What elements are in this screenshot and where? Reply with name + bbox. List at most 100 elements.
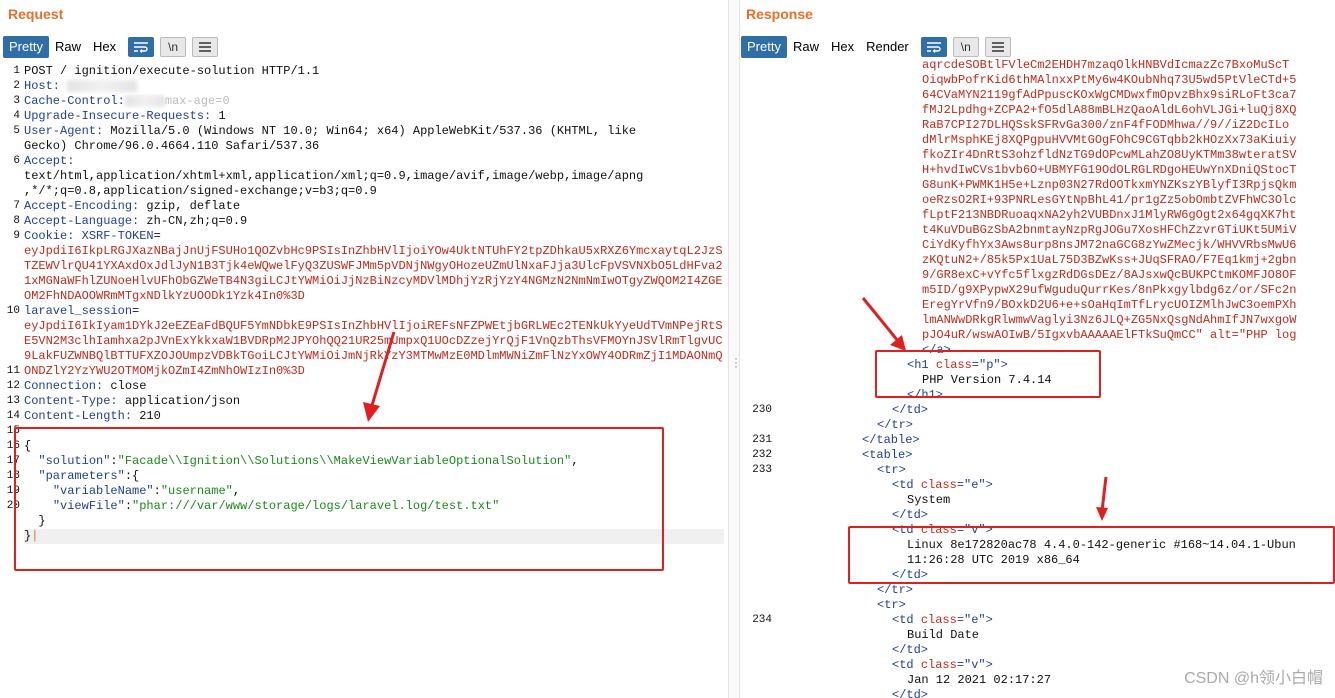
base64-line: fkoZIr4DnRtS3ohzfldNzTG9dOPcwMLahZO8UyKT…: [922, 148, 1297, 162]
html-tag: </td>: [892, 508, 929, 522]
request-line: Accept-Encoding: gzip, deflate: [24, 199, 724, 214]
html-tag: <td class="e">: [892, 613, 993, 627]
request-line: Accept-Language: zh-CN,zh;q=0.9: [24, 214, 724, 229]
base64-line: aqrcdeSOBtlFVleCm2EHDH7mzaqOlkHNBVdIcmaz…: [922, 58, 1290, 72]
response-tab-hex[interactable]: Hex: [825, 36, 860, 58]
request-newline-button[interactable]: \n: [160, 37, 187, 57]
header-name: Cookie:: [24, 229, 75, 243]
xsrf-token-value: eyJpdiI6IkpLRGJXazNBajJnUjFSUHo1QOZvbHc9…: [24, 244, 723, 303]
request-line: text/html,application/xhtml+xml,applicat…: [24, 169, 644, 183]
header-name: User-Agent:: [24, 124, 104, 138]
cookie-eq: =: [153, 229, 161, 243]
redacted-value: [124, 94, 165, 107]
header-name: Accept-Language:: [24, 214, 140, 228]
line-number: [0, 169, 20, 184]
request-tab-hex[interactable]: Hex: [87, 36, 122, 58]
base64-line: CiYdKyfhYx3Aws8urp8nsJM72naGCG8zYwZMecjk…: [922, 238, 1297, 252]
line-number: [0, 259, 20, 274]
base64-line: t4KuVDuBGzSbA2bnmtayNzpRgJOGu7XosHFChZzv…: [922, 223, 1297, 237]
arrow-icon: [861, 297, 906, 351]
line-number: 11: [6, 365, 20, 377]
request-title: Request: [8, 6, 64, 22]
request-line: ,*/*;q=0.8,application/signed-exchange;v…: [24, 184, 377, 198]
html-tag: </tr>: [877, 583, 914, 597]
watermark: CSDN @h领小白帽: [1184, 670, 1323, 687]
header-value: 210: [132, 409, 161, 423]
base64-line: fLptF213NBDRuoaqxNA2yh2VUBDnxJ1MlyRW6gOg…: [922, 208, 1297, 222]
line-number: [0, 244, 20, 259]
line-number: [0, 289, 20, 304]
base64-line: zKQtuN2+/85k5Px1UaL75D3BZwKss+JUqSFRAO/F…: [922, 253, 1297, 267]
header-name: Content-Type:: [24, 394, 118, 408]
response-tab-pretty[interactable]: Pretty: [741, 36, 787, 58]
line-number: 3: [13, 95, 20, 107]
drag-handle-icon: · · ·: [734, 351, 738, 373]
header-name: Connection:: [24, 379, 104, 393]
newline-icon: \n: [960, 40, 971, 54]
pane-divider[interactable]: · · ·: [728, 0, 740, 698]
response-menu-button[interactable]: [984, 37, 1011, 57]
html-tag: </table>: [862, 433, 920, 447]
cookie-eq: =: [132, 304, 140, 318]
line-number: [0, 274, 20, 289]
request-toolbar: Pretty Raw Hex \n: [3, 36, 219, 58]
base64-line: G8unK+PWMK1H5e+Lznp03N27RdOOTkxmYNZKszYB…: [922, 178, 1297, 192]
response-tab-raw[interactable]: Raw: [787, 36, 825, 58]
html-tag: </td>: [892, 643, 929, 657]
base64-line: OiqwbPofrKid6thMAlnxxPtMy6w4KOubNhq73U5w…: [922, 73, 1297, 87]
arrow-icon: [363, 331, 396, 422]
header-value: zh-CN,zh;q=0.9: [139, 214, 248, 228]
html-tag: <td class="e">: [892, 478, 993, 492]
request-tab-pretty[interactable]: Pretty: [3, 36, 49, 58]
line-number: [0, 349, 20, 364]
header-value: application/json: [117, 394, 241, 408]
response-newline-button[interactable]: \n: [952, 37, 979, 57]
html-tag: <tr>: [877, 598, 906, 612]
html-tag: </tr>: [877, 418, 914, 432]
highlight-box-system: [848, 526, 1335, 584]
html-tag: <tr>: [877, 463, 906, 477]
line-number: 6: [13, 155, 20, 167]
line-number: 230: [752, 404, 772, 416]
arrow-icon: [1096, 476, 1108, 521]
header-name: Accept:: [24, 154, 75, 168]
header-value: close: [103, 379, 147, 393]
request-menu-button[interactable]: [192, 37, 219, 57]
wrap-lines-icon: [134, 42, 149, 53]
header-name: Content-Length:: [24, 409, 133, 423]
header-name: Host:: [24, 79, 61, 93]
menu-icon: [991, 42, 1004, 52]
line-number: [0, 319, 20, 334]
header-value: gzip, deflate: [139, 199, 241, 213]
header-value: max-age=0: [164, 94, 230, 108]
line-number: 9: [13, 230, 20, 242]
header-value: Mozilla/5.0 (Windows NT 10.0; Win64; x64…: [103, 124, 637, 138]
line-number: 232: [752, 449, 772, 461]
base64-line: H+hvdIwCVs1bvb6O+UBMYFG19OdOLRGLRDgoHEUw…: [922, 163, 1297, 177]
cookie-name: XSRF-TOKEN: [74, 229, 154, 243]
line-number: 234: [752, 614, 772, 626]
html-tag: </td>: [892, 403, 929, 417]
wrap-lines-icon: [926, 42, 941, 53]
line-number: 8: [13, 215, 20, 227]
line-number: 13: [6, 395, 20, 407]
request-pane: Request Pretty Raw Hex \n 1 2 3 4 5 6 7 …: [0, 0, 728, 698]
line-number: 7: [13, 200, 20, 212]
base64-line: 64CVaMYN2119gfAdPpuscKOxWgCMDwxfmOpvzBhx…: [922, 88, 1297, 102]
request-line: User-Agent: Mozilla/5.0 (Windows NT 10.0…: [24, 124, 724, 139]
request-tab-raw[interactable]: Raw: [49, 36, 87, 58]
request-wrap-button[interactable]: [128, 37, 155, 57]
base64-line: oeRzsO2RI+93PNRLesGYtNpBhL41/pr1gZz5obOm…: [922, 193, 1297, 207]
line-number: 5: [13, 125, 20, 137]
line-number: 231: [752, 434, 772, 446]
line-number: 14: [6, 410, 20, 422]
response-wrap-button[interactable]: [920, 37, 947, 57]
response-tab-render[interactable]: Render: [860, 36, 915, 58]
line-number: [0, 334, 20, 349]
build-date-label: Build Date: [907, 628, 980, 642]
response-line-numbers: 230 231 232 233 234: [740, 64, 772, 628]
request-line: POST / ignition/execute-solution HTTP/1.…: [24, 64, 320, 78]
request-line: Host:: [24, 79, 724, 94]
base64-line: fMJ2Lpdhg+ZCPA2+fO5dlA88mBLHzQaoAldL6ohV…: [922, 103, 1297, 117]
line-number: 12: [6, 380, 20, 392]
